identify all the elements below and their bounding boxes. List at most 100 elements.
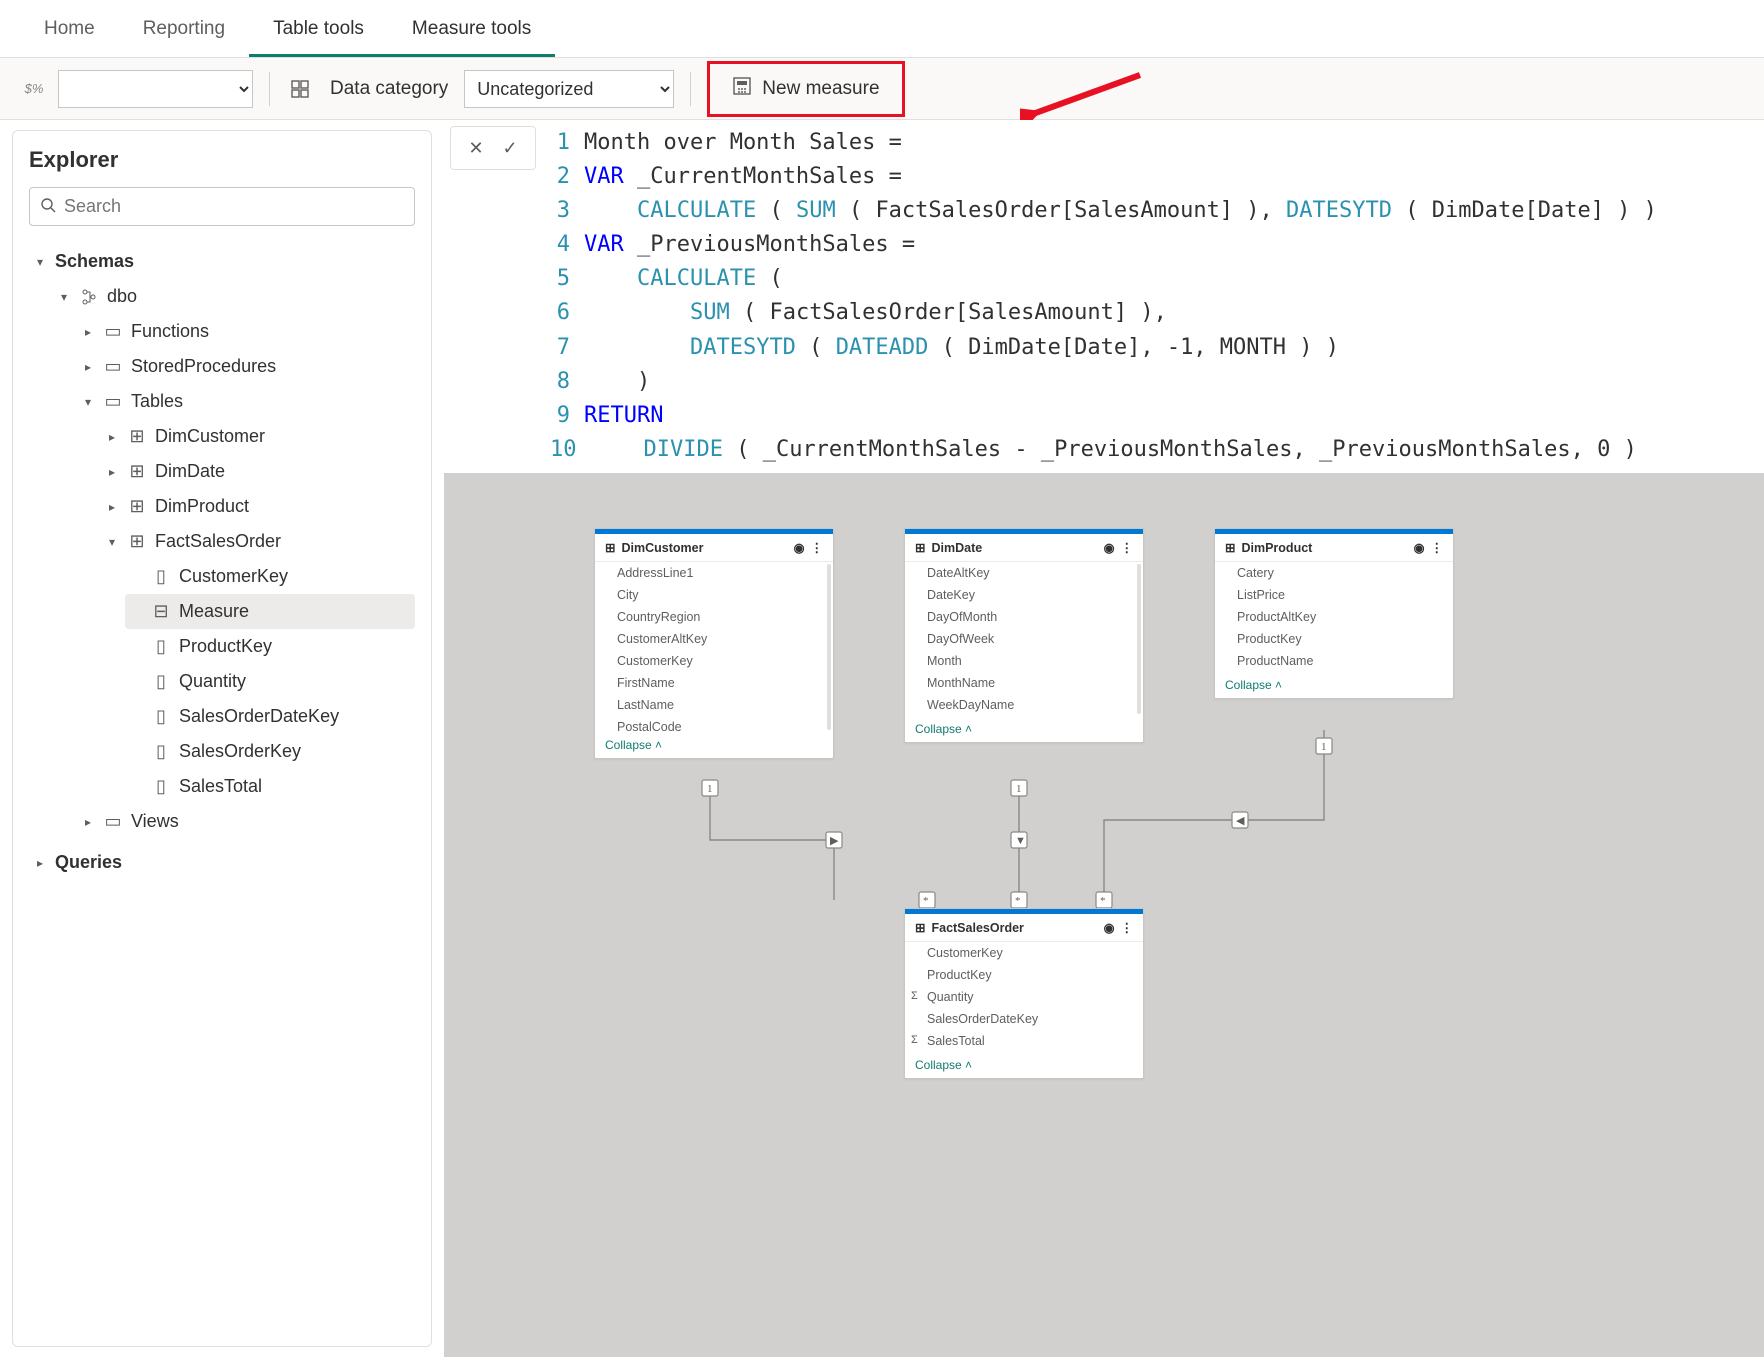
table-icon: ⊞ [127, 496, 147, 517]
tree-table-dimproduct[interactable]: ▸ ⊞ DimProduct [101, 489, 415, 524]
eye-icon[interactable]: ◉ [1104, 920, 1115, 935]
entity-field[interactable]: ΣQuantity [905, 986, 1143, 1008]
toolbar: $% Data category Uncategorized New measu… [0, 58, 1764, 120]
column-icon: ▯ [151, 706, 171, 727]
ribbon-tabs: Home Reporting Table tools Measure tools [0, 0, 1764, 58]
more-icon[interactable]: ⋮ [1431, 540, 1444, 555]
eye-icon[interactable]: ◉ [1414, 540, 1425, 555]
tree-column-quantity[interactable]: ▯Quantity [125, 664, 415, 699]
entity-field[interactable]: FirstName [595, 672, 833, 694]
eye-icon[interactable]: ◉ [794, 540, 805, 555]
table-icon: ⊞ [915, 540, 925, 555]
cancel-button[interactable]: ✕ [461, 133, 491, 163]
dax-editor[interactable]: 1Month over Month Sales =2VAR _CurrentMo… [546, 126, 1657, 467]
tree-measure-measure[interactable]: ⊟Measure [125, 594, 415, 629]
tab-reporting[interactable]: Reporting [119, 4, 249, 57]
chevron-down-icon: ▾ [57, 290, 71, 304]
tree-queries[interactable]: ▸ Queries [29, 845, 415, 880]
entity-field[interactable]: DayOfMonth [905, 606, 1143, 628]
collapse-button[interactable]: Collapse ˄ [905, 716, 1143, 742]
tree-label: SalesOrderDateKey [179, 706, 339, 727]
entity-field[interactable]: LastName [595, 694, 833, 716]
tab-measure-tools[interactable]: Measure tools [388, 4, 555, 57]
entity-field[interactable]: SalesOrderDateKey [905, 1008, 1143, 1030]
tree-label: FactSalesOrder [155, 531, 281, 552]
tree-label: CustomerKey [179, 566, 288, 587]
svg-text:1: 1 [707, 783, 713, 795]
format-icon: $% [20, 75, 48, 103]
commit-button[interactable]: ✓ [495, 133, 525, 163]
entity-field[interactable]: DayOfWeek [905, 628, 1143, 650]
tree-folder-functions[interactable]: ▸ ▭ Functions [77, 314, 415, 349]
entity-field[interactable]: CountryRegion [595, 606, 833, 628]
entity-field[interactable]: PostalCode [595, 716, 833, 732]
entity-field[interactable]: DateAltKey [905, 562, 1143, 584]
tree-table-factsalesorder[interactable]: ▾ ⊞ FactSalesOrder [101, 524, 415, 559]
data-category-label: Data category [324, 78, 454, 100]
entity-field[interactable]: ProductKey [905, 964, 1143, 986]
tree-label: Tables [131, 391, 183, 412]
entity-dimproduct[interactable]: ⊞DimProduct◉⋮ CateryListPriceProductAltK… [1214, 528, 1454, 699]
eye-icon[interactable]: ◉ [1104, 540, 1115, 555]
entity-field[interactable]: AddressLine1 [595, 562, 833, 584]
schema-icon [79, 289, 99, 305]
explorer-title: Explorer [29, 147, 415, 173]
tree-label: ProductKey [179, 636, 272, 657]
tree-folder-views[interactable]: ▸ ▭ Views [77, 804, 415, 839]
tree-column-salesorderdatekey[interactable]: ▯ SalesOrderDateKey [125, 699, 415, 734]
entity-dimdate[interactable]: ⊞DimDate◉⋮ DateAltKeyDateKeyDayOfMonthDa… [904, 528, 1144, 743]
more-icon[interactable]: ⋮ [1121, 920, 1134, 935]
entity-field[interactable]: ΣSalesTotal [905, 1030, 1143, 1052]
column-icon: ▯ [151, 741, 171, 762]
entity-field[interactable]: ProductKey [1215, 628, 1453, 650]
tree-table-dimcustomer[interactable]: ▸ ⊞ DimCustomer [101, 419, 415, 454]
data-category-selector[interactable]: Uncategorized [464, 70, 674, 108]
entity-field[interactable]: CustomerAltKey [595, 628, 833, 650]
model-canvas[interactable]: ✕ ✓ 1Month over Month Sales =2VAR _Curre… [444, 120, 1764, 1357]
search-box[interactable] [29, 187, 415, 226]
tree-schemas[interactable]: ▾ Schemas [29, 244, 415, 279]
tree-schema-dbo[interactable]: ▾ dbo [53, 279, 415, 314]
entity-field[interactable]: ProductName [1215, 650, 1453, 672]
new-measure-label: New measure [762, 78, 879, 100]
entity-field[interactable]: ProductAltKey [1215, 606, 1453, 628]
entity-factsalesorder[interactable]: ⊞FactSalesOrder◉⋮ CustomerKeyProductKeyΣ… [904, 908, 1144, 1079]
new-measure-button[interactable]: New measure [718, 68, 893, 110]
tree-label: Views [131, 811, 179, 832]
entity-field[interactable]: ListPrice [1215, 584, 1453, 606]
measure-icon [732, 76, 752, 102]
diagram-surface[interactable]: 1 ▶ * 1 ▼ * 1 ◀ * ⊞DimCustomer◉⋮ Address… [444, 500, 1764, 1357]
entity-field[interactable]: City [595, 584, 833, 606]
entity-dimcustomer[interactable]: ⊞DimCustomer◉⋮ AddressLine1CityCountryRe… [594, 528, 834, 759]
tree-label: SalesOrderKey [179, 741, 301, 762]
chevron-up-icon: ˄ [965, 1058, 972, 1072]
tree-column-salesorderkey[interactable]: ▯ SalesOrderKey [125, 734, 415, 769]
folder-icon: ▭ [103, 391, 123, 412]
search-input[interactable] [64, 196, 404, 217]
chevron-right-icon: ▸ [105, 500, 119, 514]
tree-folder-tables[interactable]: ▾ ▭ Tables [77, 384, 415, 419]
format-selector[interactable] [58, 70, 253, 108]
entity-field[interactable]: Catery [1215, 562, 1453, 584]
chevron-down-icon: ▾ [33, 255, 47, 269]
entity-field[interactable]: CustomerKey [595, 650, 833, 672]
tree-table-dimdate[interactable]: ▸ ⊞ DimDate [101, 454, 415, 489]
more-icon[interactable]: ⋮ [1121, 540, 1134, 555]
tree-column-productkey[interactable]: ▯ProductKey [125, 629, 415, 664]
entity-field[interactable]: WeekDayName [905, 694, 1143, 716]
entity-field[interactable]: CustomerKey [905, 942, 1143, 964]
collapse-button[interactable]: Collapse ˄ [1215, 672, 1453, 698]
tab-table-tools[interactable]: Table tools [249, 4, 388, 57]
entity-field[interactable]: DateKey [905, 584, 1143, 606]
more-icon[interactable]: ⋮ [811, 540, 824, 555]
tree-folder-storedprocedures[interactable]: ▸ ▭ StoredProcedures [77, 349, 415, 384]
column-icon: ▯ [151, 566, 171, 587]
entity-field[interactable]: MonthName [905, 672, 1143, 694]
tree-column-customerkey[interactable]: ▯ CustomerKey [125, 559, 415, 594]
collapse-button[interactable]: Collapse ˄ [905, 1052, 1143, 1078]
entity-field[interactable]: Month [905, 650, 1143, 672]
tree-label: Measure [179, 601, 249, 622]
tree-column-salestotal[interactable]: ▯SalesTotal [125, 769, 415, 804]
tab-home[interactable]: Home [20, 4, 119, 57]
collapse-button[interactable]: Collapse ˄ [595, 732, 833, 758]
